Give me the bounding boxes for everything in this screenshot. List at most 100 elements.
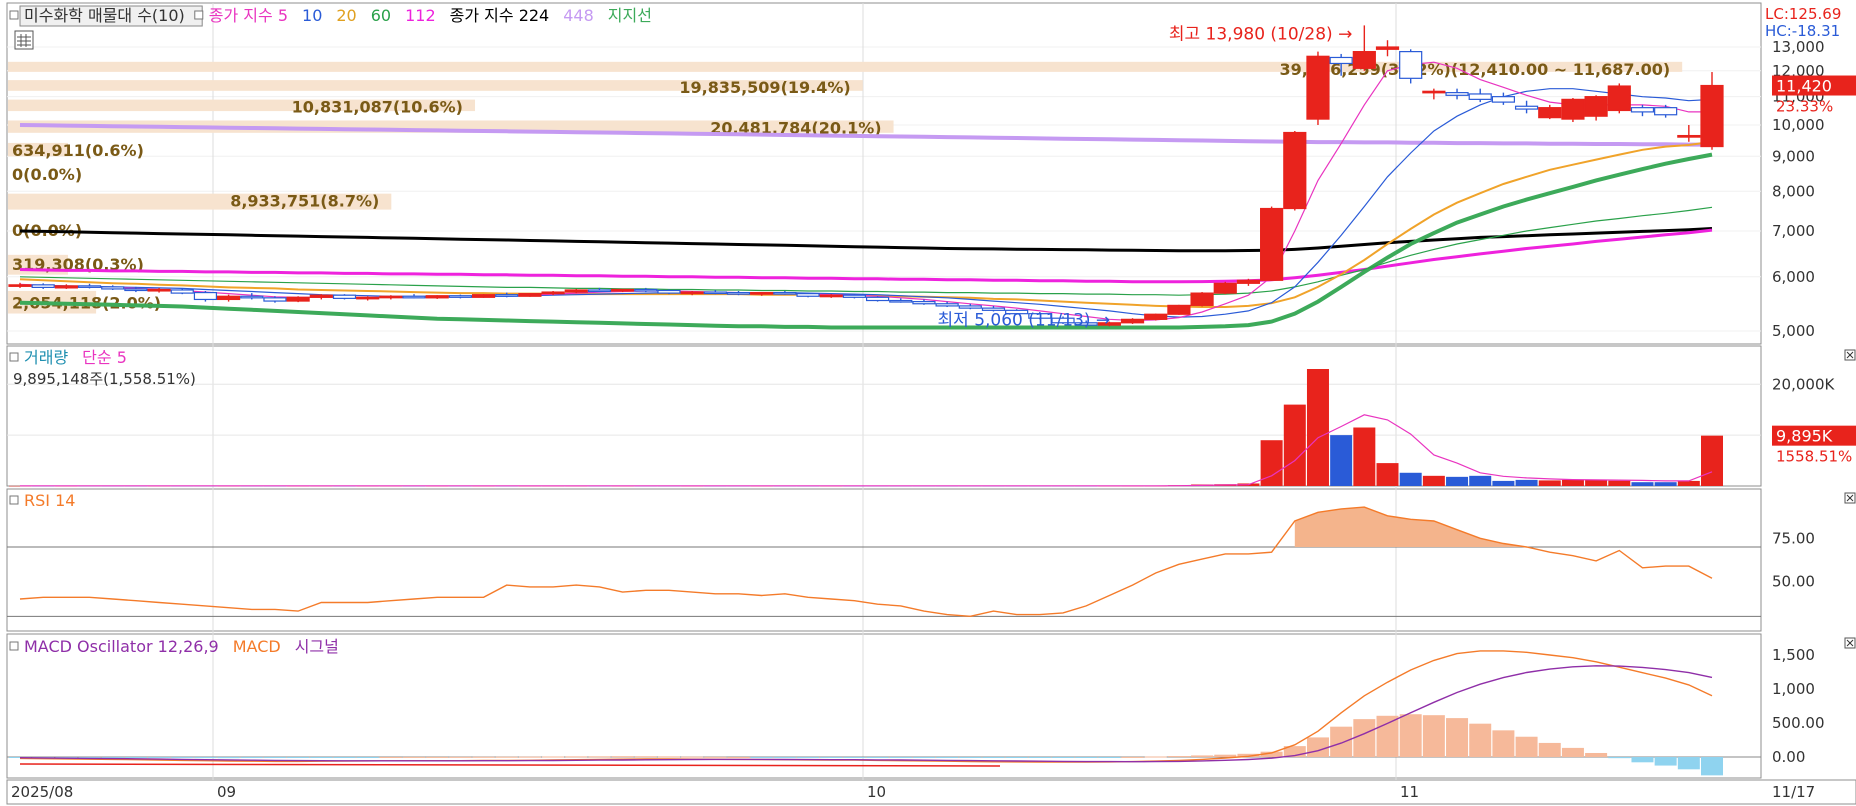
x-axis-label: 11 [1400, 783, 1419, 801]
candle-body [101, 286, 125, 290]
macd-oscillator-bar [1167, 756, 1190, 758]
price-legend-item: 종가 지수 5 [209, 6, 288, 25]
candle-body [935, 303, 959, 307]
x-axis-label: 09 [217, 783, 236, 801]
macd-oscillator-bar [588, 756, 611, 758]
volume-bar [1376, 463, 1399, 486]
candle-body [1260, 207, 1284, 281]
candle-body [1630, 107, 1655, 113]
close-icon[interactable] [1844, 349, 1856, 361]
rsi-legend-marker[interactable] [9, 495, 19, 505]
volume-legend-item: 단순 5 [82, 348, 127, 367]
candle-body [170, 289, 194, 294]
candle-body [1190, 292, 1214, 306]
close-icon[interactable] [1844, 492, 1856, 504]
volume-bar [1677, 480, 1700, 486]
macd-oscillator-bar [403, 756, 426, 758]
rsi-legend-item: RSI 14 [24, 491, 75, 510]
candle-body [912, 300, 936, 305]
macd-oscillator-bar [1585, 752, 1608, 757]
candle-body [1167, 304, 1191, 315]
candle-body [865, 296, 890, 302]
candle-body [217, 295, 241, 301]
macd-oscillator-bar [1654, 757, 1677, 766]
volume-profile-label: 634,911(0.6%) [12, 141, 144, 160]
candle-body [1514, 105, 1539, 110]
candle-body [193, 291, 218, 301]
candle-body [773, 291, 797, 295]
close-icon[interactable] [1844, 637, 1856, 649]
candle-body [680, 291, 704, 295]
candle-body [1329, 56, 1353, 65]
volume-bar [1701, 435, 1723, 486]
price-legend-item: 20 [336, 6, 356, 25]
candle-body [356, 296, 380, 300]
macd-oscillator-bar [1422, 715, 1445, 757]
candle-body [819, 294, 843, 298]
candle-body [1236, 279, 1261, 284]
candle-body [471, 294, 496, 298]
volume-legend-item: 거래량 [24, 348, 68, 367]
macd-oscillator-bar [727, 757, 750, 758]
volume-bar [1422, 475, 1445, 486]
macd-oscillator-bar [449, 756, 472, 758]
macd-oscillator-bar [704, 756, 727, 758]
candle-body [1654, 107, 1678, 116]
price-legend-item: 10 [302, 6, 322, 25]
macd-legend-item: MACD Oscillator 12,26,9 [24, 637, 219, 656]
price-legend-marker[interactable] [9, 10, 19, 20]
candle-body [379, 295, 403, 299]
candle-body [1607, 85, 1631, 112]
volume-bar [1515, 479, 1538, 486]
candle-body [796, 293, 820, 297]
rsi-tick-label: 75.00 [1772, 529, 1815, 547]
candle-body [8, 284, 32, 287]
grid-icon[interactable] [14, 30, 34, 50]
volume-tick-label: 20,000K [1772, 375, 1835, 393]
candle-body [889, 299, 913, 303]
candle-body [518, 293, 542, 297]
candle-body [1422, 90, 1446, 94]
volume-bar [1399, 472, 1422, 486]
macd-oscillator-bar [1446, 718, 1469, 757]
candle-body [657, 289, 681, 294]
stock-chart[interactable]: 39,026,259(38.2%)(12,410.00 ~ 11,687.00)… [0, 0, 1856, 806]
macd-oscillator-bar [1075, 757, 1098, 758]
macd-oscillator-bar [310, 757, 333, 758]
volume-legend-marker[interactable] [9, 352, 19, 362]
x-axis-label: 10 [867, 783, 886, 801]
macd-oscillator-bar [333, 757, 356, 758]
macd-oscillator-bar [866, 757, 889, 758]
candle-body [147, 288, 171, 292]
volume-bar [1469, 475, 1492, 486]
price-legend-item: 448 [563, 6, 594, 25]
macd-legend-marker[interactable] [9, 641, 19, 651]
macd-legend-item: MACD [233, 637, 281, 656]
candle-body [611, 288, 635, 292]
candle-body [286, 296, 310, 302]
volume-bar [1538, 480, 1561, 486]
macd-oscillator-bar [287, 757, 310, 758]
macd-oscillator-bar [194, 757, 217, 759]
macd-oscillator-bar [124, 757, 147, 758]
candle-body [1144, 313, 1168, 320]
price-legend-item: 60 [371, 6, 391, 25]
candle-body [1445, 92, 1469, 96]
price-tick-label: 10,000 [1772, 116, 1825, 134]
macd-oscillator-bar [379, 757, 402, 758]
macd-oscillator-bar [681, 756, 704, 758]
macd-oscillator-bar [820, 757, 843, 758]
volume-panel [6, 345, 1762, 487]
volume-profile-label: 19,835,509(19.4%) [679, 78, 850, 97]
macd-oscillator-bar [797, 757, 820, 758]
x-axis-label: 11/17 [1772, 783, 1815, 801]
macd-oscillator-bar [657, 756, 680, 758]
macd-oscillator-bar [1469, 723, 1492, 757]
price-legend-item: 미수화학 매물대 수(10) [24, 6, 185, 25]
macd-oscillator-bar [148, 757, 171, 758]
price-tick-label: 6,000 [1772, 268, 1815, 286]
candle-body [587, 289, 612, 293]
candle-body [309, 294, 333, 298]
macd-oscillator-bar [936, 757, 959, 758]
macd-oscillator-bar [472, 756, 495, 758]
